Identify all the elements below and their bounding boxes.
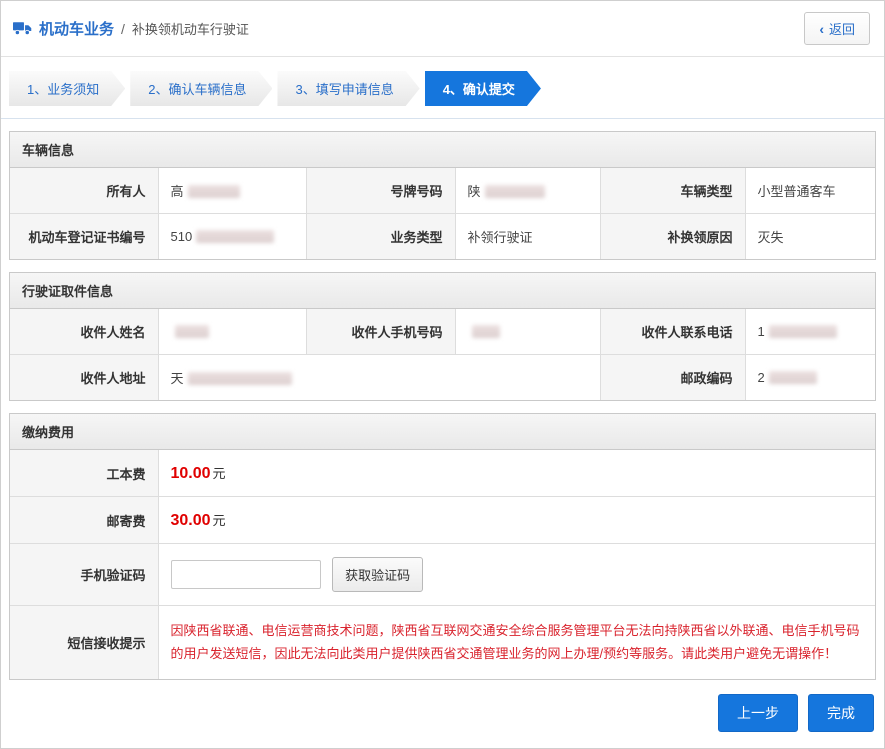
field-postal-code-value: 2 xyxy=(744,354,875,400)
field-vehicle-type-label: 车辆类型 xyxy=(599,168,746,214)
previous-step-button[interactable]: 上一步 xyxy=(718,693,798,732)
step-wizard: 1、业务须知 2、确认车辆信息 3、填写申请信息 4、确认提交 xyxy=(1,57,884,119)
field-reg-cert-value: 510 xyxy=(157,213,307,259)
get-sms-code-button[interactable]: 获取验证码 xyxy=(332,557,424,592)
field-plate-value-text: 陕 xyxy=(467,184,481,199)
table-row: 机动车登记证书编号 510 业务类型 补领行驶证 补换领原因 灭失 xyxy=(10,213,875,259)
redacted-value xyxy=(471,325,500,338)
sms-code-input[interactable] xyxy=(170,560,321,589)
redacted-value xyxy=(768,371,817,384)
field-recipient-phone-value: 1 xyxy=(744,309,875,355)
sms-notice-text: 因陕西省联通、电信运营商技术问题，陕西省互联网交通安全综合服务管理平台无法向持陕… xyxy=(170,623,860,662)
redacted-value xyxy=(768,325,837,338)
field-postage-fee-label: 邮寄费 xyxy=(10,496,159,544)
field-recipient-phone-value-text: 1 xyxy=(757,324,765,339)
step-label: 2、确认车辆信息 xyxy=(148,82,247,97)
field-sms-code-value: 获取验证码 xyxy=(157,543,875,606)
field-owner-value-text: 高 xyxy=(170,184,184,199)
step-4-confirm-submit[interactable]: 4、确认提交 xyxy=(425,71,541,106)
postage-fee-unit: 元 xyxy=(212,513,226,528)
table-row: 工本费 10.00 元 xyxy=(10,450,875,497)
pickup-info-table: 收件人姓名 收件人手机号码 收件人联系电话 1 收件人地址 天 邮政编码 2 xyxy=(10,309,875,400)
field-vehicle-type-value: 小型普通客车 xyxy=(744,168,875,214)
table-row: 所有人 高 号牌号码 陕 车辆类型 小型普通客车 xyxy=(10,168,875,214)
field-owner-value: 高 xyxy=(157,168,307,214)
field-production-fee-value: 10.00 元 xyxy=(157,450,875,497)
fees-section: 缴纳费用 工本费 10.00 元 邮寄费 30.00 元 手机验证码 获取验证码… xyxy=(9,413,876,680)
field-recipient-mobile-label: 收件人手机号码 xyxy=(305,309,456,355)
field-reg-cert-label: 机动车登记证书编号 xyxy=(10,213,159,259)
page-title: 机动车业务 xyxy=(39,21,115,38)
step-label: 4、确认提交 xyxy=(442,82,515,97)
pickup-info-section-title: 行驶证取件信息 xyxy=(10,273,875,309)
field-postage-fee-value: 30.00 元 xyxy=(157,496,875,544)
field-recipient-address-label: 收件人地址 xyxy=(10,354,159,400)
field-recipient-phone-label: 收件人联系电话 xyxy=(599,309,746,355)
page: 机动车业务 / 补换领机动车行驶证 ‹ 返回 1、业务须知 2、确认车辆信息 3… xyxy=(0,0,885,749)
vehicle-info-table: 所有人 高 号牌号码 陕 车辆类型 小型普通客车 机动车登记证书编号 510 业… xyxy=(10,168,875,259)
redacted-value xyxy=(187,372,292,385)
field-plate-value: 陕 xyxy=(454,168,601,214)
finish-button[interactable]: 完成 xyxy=(808,693,874,732)
field-postal-code-label: 邮政编码 xyxy=(599,354,746,400)
redacted-value xyxy=(196,230,275,243)
step-label: 3、填写申请信息 xyxy=(295,82,394,97)
field-reason-label: 补换领原因 xyxy=(599,213,746,259)
field-reason-value: 灭失 xyxy=(744,213,875,259)
redacted-value xyxy=(484,185,545,198)
footer-actions: 上一步 完成 xyxy=(1,680,884,748)
table-row: 收件人姓名 收件人手机号码 收件人联系电话 1 xyxy=(10,309,875,355)
production-fee-amount: 10.00 xyxy=(170,465,211,482)
fees-table: 工本费 10.00 元 邮寄费 30.00 元 手机验证码 获取验证码 短信接收提 xyxy=(10,450,875,679)
breadcrumb-separator: / xyxy=(121,20,125,37)
vehicle-info-section: 车辆信息 所有人 高 号牌号码 陕 车辆类型 小型普通客车 机动车登记证书编号 … xyxy=(9,131,876,260)
pickup-info-section: 行驶证取件信息 收件人姓名 收件人手机号码 收件人联系电话 1 收件人地址 天 … xyxy=(9,272,876,401)
field-plate-label: 号牌号码 xyxy=(305,168,456,214)
chevron-left-icon: ‹ xyxy=(819,20,824,37)
step-label: 1、业务须知 xyxy=(27,82,100,97)
field-sms-code-label: 手机验证码 xyxy=(10,543,159,606)
field-recipient-name-label: 收件人姓名 xyxy=(10,309,159,355)
field-owner-label: 所有人 xyxy=(10,168,159,214)
breadcrumb-current: 补换领机动车行驶证 xyxy=(131,22,249,37)
redacted-value xyxy=(187,185,240,198)
step-1-business-notice[interactable]: 1、业务须知 xyxy=(9,71,125,106)
vehicle-info-section-title: 车辆信息 xyxy=(10,132,875,168)
fees-section-title: 缴纳费用 xyxy=(10,414,875,450)
field-reg-cert-value-text: 510 xyxy=(170,229,193,244)
field-postal-code-value-text: 2 xyxy=(757,370,765,385)
field-recipient-address-value-text: 天 xyxy=(170,371,184,386)
truck-icon xyxy=(13,21,32,36)
field-recipient-mobile-value xyxy=(454,309,601,355)
production-fee-unit: 元 xyxy=(212,466,226,481)
field-recipient-address-value: 天 xyxy=(157,354,601,400)
field-business-type-value: 补领行驶证 xyxy=(454,213,601,259)
breadcrumb: 机动车业务 / 补换领机动车行驶证 xyxy=(13,18,249,39)
back-button[interactable]: ‹ 返回 xyxy=(804,12,870,45)
topbar: 机动车业务 / 补换领机动车行驶证 ‹ 返回 xyxy=(1,1,884,57)
field-production-fee-label: 工本费 xyxy=(10,450,159,497)
step-3-fill-application[interactable]: 3、填写申请信息 xyxy=(277,71,419,106)
table-row: 手机验证码 获取验证码 xyxy=(10,543,875,606)
redacted-value xyxy=(174,325,209,338)
back-button-label: 返回 xyxy=(828,22,855,37)
table-row: 邮寄费 30.00 元 xyxy=(10,496,875,544)
postage-fee-amount: 30.00 xyxy=(170,512,211,529)
step-2-confirm-vehicle-info[interactable]: 2、确认车辆信息 xyxy=(130,71,272,106)
field-business-type-label: 业务类型 xyxy=(305,213,456,259)
table-row: 收件人地址 天 邮政编码 2 xyxy=(10,354,875,400)
field-recipient-name-value xyxy=(157,309,307,355)
